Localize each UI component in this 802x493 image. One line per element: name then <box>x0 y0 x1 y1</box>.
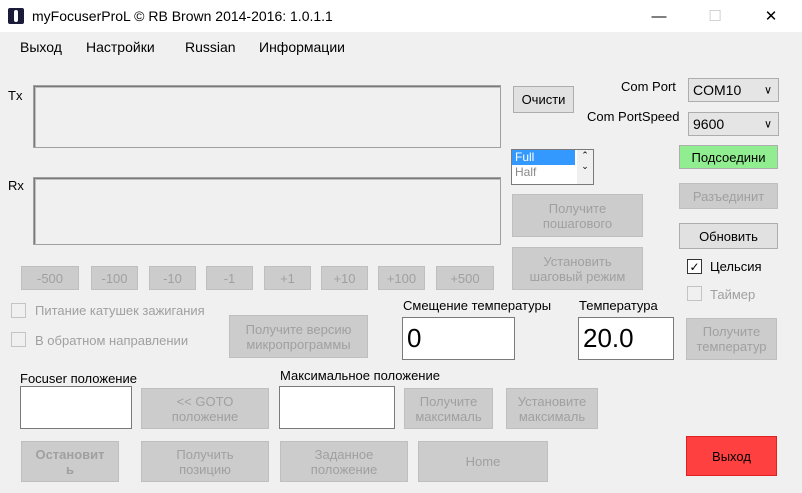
max-position-label: Максимальное положение <box>280 368 440 383</box>
step-plus-100-button[interactable]: +100 <box>378 266 425 290</box>
focuser-position-label: Focuser положение <box>20 371 137 386</box>
rx-textarea[interactable] <box>33 177 501 245</box>
get-step-mode-button[interactable]: Получите пошагового <box>512 194 643 237</box>
minimize-icon[interactable]: — <box>636 0 682 32</box>
chevron-down-icon: ∨ <box>763 118 772 131</box>
get-max-position-button[interactable]: Получите максималь <box>404 388 493 429</box>
com-speed-label: Com PortSpeed <box>587 109 680 124</box>
step-plus-10-button[interactable]: +10 <box>321 266 368 290</box>
chevron-down-icon[interactable]: ⌄ <box>577 161 593 172</box>
menu-exit[interactable]: Выход <box>20 39 62 55</box>
step-minus-10-button[interactable]: -10 <box>149 266 196 290</box>
temp-offset-value: 0 <box>407 323 422 353</box>
get-temperature-button[interactable]: Получите температур <box>686 318 777 360</box>
listbox-scrollbar[interactable]: ⌃ ⌄ <box>577 150 593 184</box>
clear-button[interactable]: Очисти <box>513 86 574 113</box>
rx-label: Rx <box>8 178 24 193</box>
step-minus-500-button[interactable]: -500 <box>21 266 79 290</box>
set-step-mode-button[interactable]: Установить шаговый режим <box>512 247 643 290</box>
disconnect-button[interactable]: Разъединит <box>679 183 778 209</box>
reverse-label: В обратном направлении <box>35 333 189 348</box>
tx-label: Tx <box>8 88 23 103</box>
reverse-checkbox[interactable] <box>11 332 26 347</box>
step-mode-listbox[interactable]: Full Half ⌃ ⌄ <box>511 149 594 185</box>
temperature-display: 20.0 <box>578 317 674 360</box>
close-icon[interactable]: ✕ <box>748 0 794 32</box>
set-position-button[interactable]: Заданное положение <box>280 441 408 482</box>
timer-checkbox[interactable] <box>687 286 702 301</box>
stop-button[interactable]: Остановит ь <box>21 441 119 482</box>
temp-offset-field[interactable]: 0 <box>402 317 515 360</box>
menu-language[interactable]: Russian <box>185 39 236 55</box>
celsius-checkbox[interactable]: ✓ <box>687 259 702 274</box>
checkmark-icon: ✓ <box>689 259 700 274</box>
com-speed-value: 9600 <box>693 116 725 132</box>
com-port-value: COM10 <box>693 82 742 98</box>
window-title: myFocuserProL © RB Brown 2014-2016: 1.0.… <box>32 8 333 24</box>
tx-textarea[interactable] <box>33 85 501 148</box>
app-icon <box>8 8 24 24</box>
chevron-up-icon[interactable]: ⌃ <box>577 150 593 161</box>
get-position-button[interactable]: Получить позицию <box>141 441 269 482</box>
home-button[interactable]: Home <box>418 441 548 482</box>
step-mode-option-full[interactable]: Full <box>512 150 575 165</box>
com-port-select[interactable]: COM10 ∨ <box>688 78 779 102</box>
temperature-value: 20.0 <box>583 323 634 353</box>
step-minus-100-button[interactable]: -100 <box>91 266 138 290</box>
com-speed-select[interactable]: 9600 ∨ <box>688 112 779 136</box>
coil-power-checkbox[interactable] <box>11 303 26 318</box>
chevron-down-icon: ∨ <box>763 84 772 97</box>
temperature-label: Температура <box>579 298 658 313</box>
max-position-field[interactable] <box>279 386 395 429</box>
step-minus-1-button[interactable]: -1 <box>206 266 253 290</box>
timer-label: Таймер <box>710 287 756 302</box>
focuser-position-field[interactable] <box>20 386 132 429</box>
exit-button[interactable]: Выход <box>686 436 777 476</box>
com-port-label: Com Port <box>621 79 676 94</box>
step-plus-1-button[interactable]: +1 <box>264 266 311 290</box>
coil-power-label: Питание катушек зажигания <box>35 303 205 318</box>
temp-offset-label: Смещение температуры <box>403 298 552 313</box>
set-max-position-button[interactable]: Установите максималь <box>506 388 598 429</box>
refresh-button[interactable]: Обновить <box>679 223 778 249</box>
maximize-icon[interactable]: ☐ <box>692 0 738 32</box>
connect-button[interactable]: Подсоедини <box>679 145 778 169</box>
menu-info[interactable]: Информации <box>259 39 345 55</box>
goto-position-button[interactable]: << GOTO положение <box>141 388 269 429</box>
menu-settings[interactable]: Настройки <box>86 39 155 55</box>
get-firmware-button[interactable]: Получите версию микропрограммы <box>229 315 368 358</box>
step-plus-500-button[interactable]: +500 <box>436 266 494 290</box>
celsius-label: Цельсия <box>710 259 762 274</box>
